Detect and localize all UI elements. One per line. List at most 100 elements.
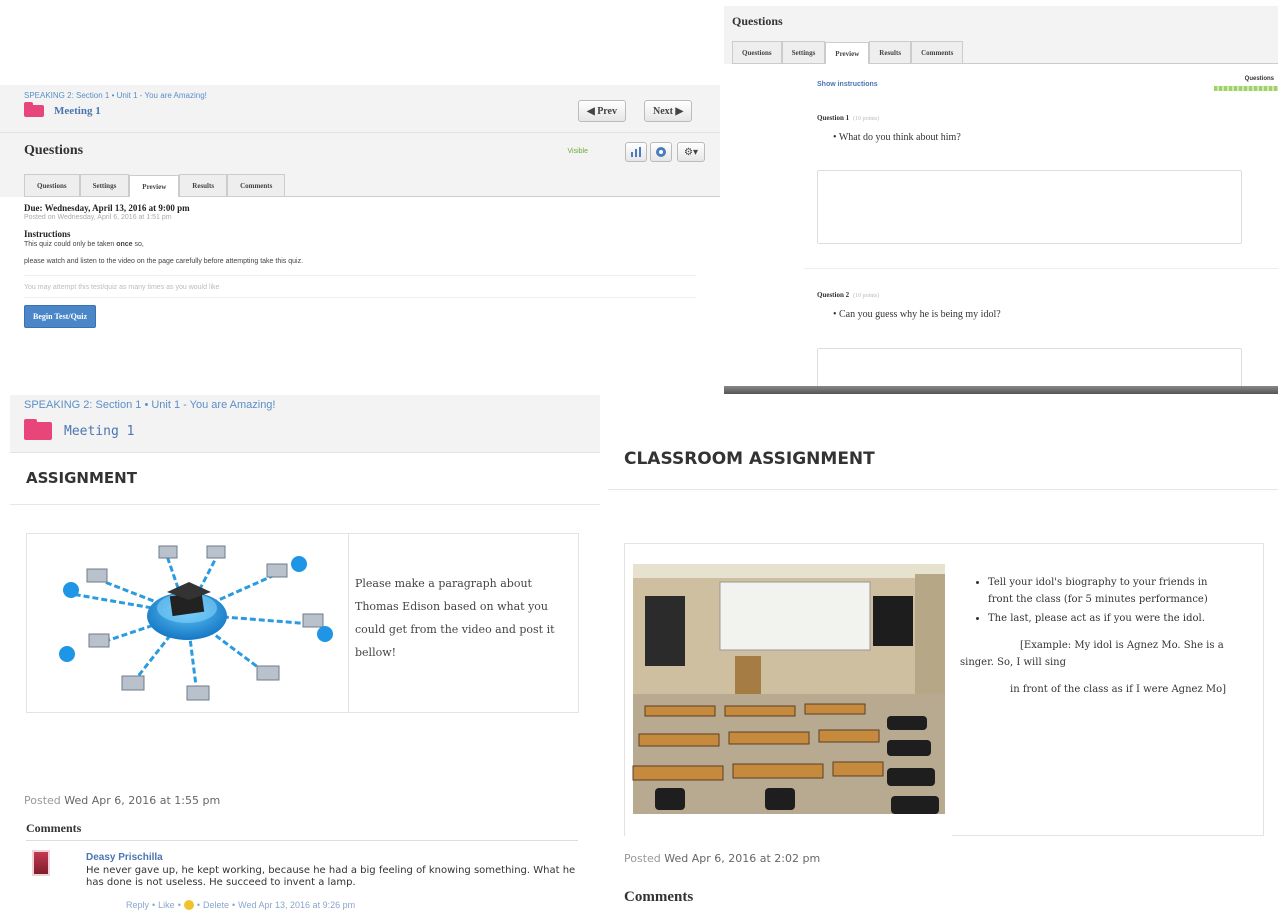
preview-panel: Questions Questions Settings Preview Res… <box>724 6 1278 394</box>
quiz-tabs: Questions Settings Preview Results Comme… <box>24 174 720 197</box>
tab-preview[interactable]: Preview <box>129 175 180 197</box>
question-1-text: • What do you think about him? <box>833 132 961 143</box>
smiley-icon <box>183 900 194 910</box>
comment-actions: Reply • Like • • Delete • Wed Apr 13, 2016 … <box>126 900 355 910</box>
instructions-post: so, <box>132 241 144 248</box>
separator: • <box>152 900 156 910</box>
folder-icon <box>24 102 44 117</box>
posted-date: Posted Wed Apr 6, 2016 at 2:02 pm <box>624 852 820 865</box>
meeting-title[interactable]: Meeting 1 <box>64 424 134 439</box>
delete-link[interactable]: Delete <box>203 900 229 910</box>
gear-icon <box>656 147 666 157</box>
posted-prefix: Posted <box>24 794 65 807</box>
question-1-label: Question 1 (10 points) <box>817 114 961 122</box>
example-line-1: [Example: My idol is Agnez Mo. She is a … <box>960 640 1224 668</box>
question-2-prompt: Can you guess why he is being my idol? <box>839 309 1001 320</box>
next-button[interactable]: Next ▶ <box>644 100 693 122</box>
stats-button[interactable] <box>625 142 647 162</box>
settings-button[interactable] <box>650 142 672 162</box>
question-2-number: Question 2 <box>817 291 850 299</box>
question-2-points: (10 points) <box>853 293 880 299</box>
example-text-1: [Example: My idol is Agnez Mo. She is a … <box>960 637 1253 671</box>
tab-comments[interactable]: Comments <box>911 41 964 63</box>
question-2: Question 2 (10 points) • Can you guess wh… <box>817 291 1001 320</box>
comment-time: Wed Apr 13, 2016 at 9:26 pm <box>238 900 356 910</box>
bar-chart-icon <box>631 147 641 157</box>
visible-status[interactable]: Visible <box>568 148 589 155</box>
meeting-title[interactable]: Meeting 1 <box>54 105 101 117</box>
posted-prefix: Posted <box>624 852 665 865</box>
due-date: Due: Wednesday, April 13, 2016 at 9:00 p… <box>24 203 190 213</box>
assignment-card: Please make a paragraph about Thomas Edi… <box>26 533 579 713</box>
quiz-body: Due: Wednesday, April 13, 2016 at 9:00 p… <box>0 197 720 334</box>
instruction-list: Tell your idol's biography to your frien… <box>988 574 1218 627</box>
posted-date-value: Wed Apr 6, 2016 at 1:55 pm <box>64 794 221 807</box>
quiz-header: SPEAKING 2: Section 1 • Unit 1 - You are… <box>0 85 720 133</box>
preview-tabs: Questions Settings Preview Results Comme… <box>732 41 1278 64</box>
example-text-2: in front of the class as if I were Agnez… <box>1010 684 1227 695</box>
assignment-header: SPEAKING 2: Section 1 • Unit 1 - You are… <box>10 395 600 453</box>
question-1-number: Question 1 <box>817 114 850 122</box>
answer-1-textarea[interactable] <box>817 170 1242 244</box>
tab-questions[interactable]: Questions <box>732 41 782 63</box>
tab-settings[interactable]: Settings <box>79 174 130 196</box>
question-1: Question 1 (10 points) • What do you thin… <box>817 114 961 143</box>
prev-button[interactable]: ◀ Prev <box>578 100 626 122</box>
tab-preview[interactable]: Preview <box>825 42 870 64</box>
cog-dropdown-icon: ⚙▾ <box>684 146 698 158</box>
instructions-text: This quiz could only be taken once so, <box>24 241 696 248</box>
question-2-text: • Can you guess why he is being my idol? <box>833 309 1001 320</box>
tab-comments[interactable]: Comments <box>227 174 286 196</box>
instructions-bold: once <box>116 241 133 248</box>
posted-date-value: Wed Apr 6, 2016 at 2:02 pm <box>664 852 821 865</box>
assignment-panel: SPEAKING 2: Section 1 • Unit 1 - You are… <box>10 395 600 910</box>
answer-2-textarea[interactable] <box>817 348 1242 388</box>
comment-author[interactable]: Deasy Prischilla <box>86 852 163 863</box>
reply-link[interactable]: Reply <box>126 900 149 910</box>
comments-heading: Comments <box>26 821 578 841</box>
breadcrumb[interactable]: SPEAKING 2: Section 1 • Unit 1 - You are… <box>24 91 696 100</box>
separator: • <box>232 900 236 910</box>
posted-date: Posted on Wednesday, April 6, 2016 at 1:… <box>24 214 172 221</box>
window-bottom-bar <box>724 386 1278 394</box>
questions-header: Questions Visible ⚙▾ Questions Settings … <box>0 133 720 197</box>
classroom-photo <box>625 544 952 837</box>
classroom-panel: CLASSROOM ASSIGNMENT • Tell your idol's … <box>608 395 1278 910</box>
comment-text: He never gave up, he kept working, becau… <box>86 865 576 888</box>
options-dropdown[interactable]: ⚙▾ <box>677 142 705 162</box>
questions-progress-label: Questions <box>1244 76 1274 82</box>
avatar[interactable] <box>32 850 50 876</box>
comments-heading: Comments <box>624 889 694 905</box>
classroom-text: Tell your idol's biography to your frien… <box>952 544 1263 835</box>
list-item: Tell your idol's biography to your frien… <box>988 574 1218 608</box>
folder-icon <box>24 419 52 440</box>
question-1-prompt: What do you think about him? <box>838 132 961 143</box>
network-image <box>59 545 333 701</box>
network-illustration <box>27 534 349 712</box>
tab-results[interactable]: Results <box>869 41 912 63</box>
separator: • <box>177 900 181 910</box>
assignment-text: Please make a paragraph about Thomas Edi… <box>355 577 555 659</box>
preview-title: Questions <box>732 14 783 28</box>
show-instructions-link[interactable]: Show instructions <box>817 81 878 88</box>
question-1-points: (10 points) <box>853 116 880 122</box>
preview-header: Questions Questions Settings Preview Res… <box>724 6 1278 64</box>
separator: • <box>196 900 200 910</box>
tab-settings[interactable]: Settings <box>781 41 826 63</box>
instructions-text-2: please watch and listen to the video on … <box>24 258 696 276</box>
questions-progress-bar <box>1214 86 1278 91</box>
question-divider <box>804 268 1278 269</box>
breadcrumb[interactable]: SPEAKING 2: Section 1 • Unit 1 - You are… <box>24 399 586 411</box>
begin-quiz-button[interactable]: Begin Test/Quiz <box>24 305 97 328</box>
tab-questions[interactable]: Questions <box>24 174 80 196</box>
classroom-image <box>625 544 952 837</box>
question-2-label: Question 2 (10 points) <box>817 291 1001 299</box>
classroom-card: Tell your idol's biography to your frien… <box>624 543 1264 837</box>
quiz-panel: SPEAKING 2: Section 1 • Unit 1 - You are… <box>0 85 720 360</box>
attempt-note: You may attempt this test/quiz as many t… <box>24 284 696 298</box>
like-link[interactable]: Like <box>158 900 175 910</box>
classroom-title: CLASSROOM ASSIGNMENT <box>608 395 1278 490</box>
instructions-heading: Instructions <box>24 229 71 239</box>
tab-results[interactable]: Results <box>179 174 228 196</box>
posted-date: Posted Wed Apr 6, 2016 at 1:55 pm <box>24 794 220 807</box>
